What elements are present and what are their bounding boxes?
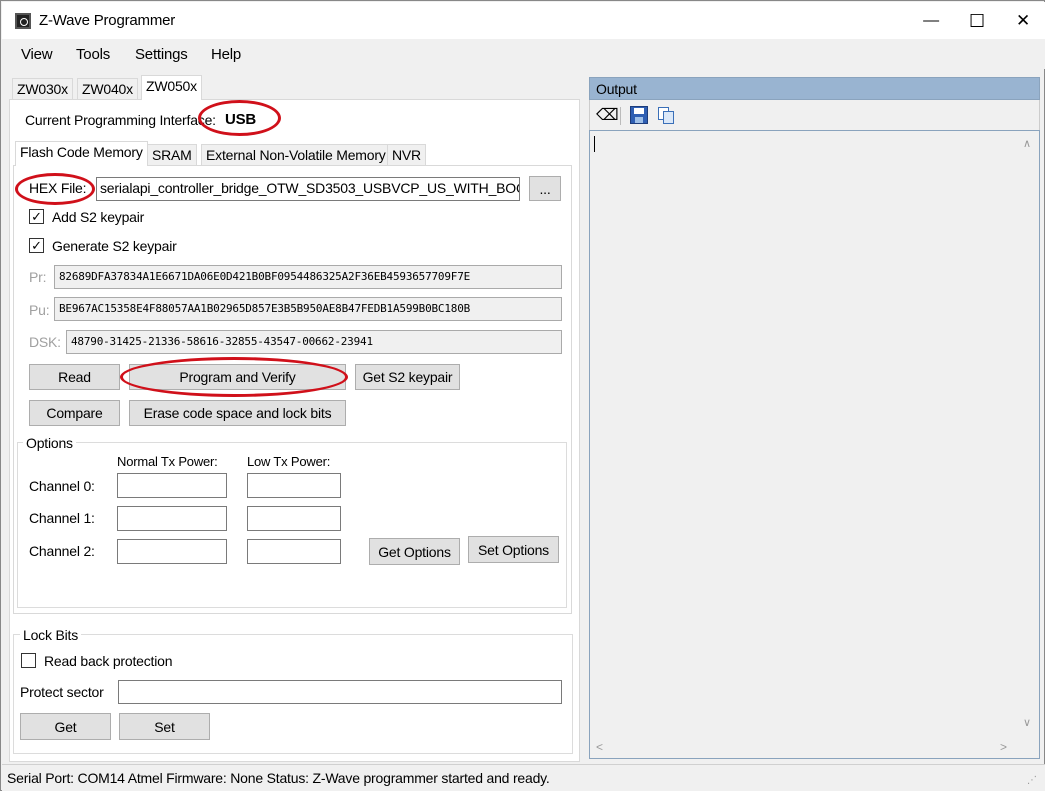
normal-tx-label: Normal Tx Power: [117, 454, 218, 469]
toolbar-separator [620, 107, 621, 125]
app-icon [15, 13, 31, 29]
options-title: Options [23, 435, 76, 451]
scroll-down-icon[interactable]: ∨ [1023, 716, 1031, 729]
window-title: Z-Wave Programmer [39, 12, 176, 29]
output-textarea[interactable]: ∧ ∨ < > [589, 130, 1040, 759]
horizontal-scrollbar[interactable]: < > [590, 739, 1018, 758]
read-back-protection-label: Read back protection [44, 653, 173, 669]
close-button[interactable]: ✕ [1000, 3, 1045, 39]
channel-2-normal-input[interactable] [117, 539, 227, 564]
lockbits-title: Lock Bits [20, 627, 81, 643]
pr-label: Pr: [29, 269, 47, 285]
erase-button[interactable]: Erase code space and lock bits [129, 400, 346, 426]
channel-0-normal-input[interactable] [117, 473, 227, 498]
channel-1-low-input[interactable] [247, 506, 341, 531]
generate-s2-checkbox[interactable]: ✓ [29, 238, 44, 253]
generate-s2-label: Generate S2 keypair [52, 238, 177, 254]
pr-field: 82689DFA37834A1E6671DA06E0D421B0BF095448… [54, 265, 562, 289]
channel-0-low-input[interactable] [247, 473, 341, 498]
dsk-label: DSK: [29, 334, 61, 350]
protect-sector-input[interactable] [118, 680, 562, 704]
hex-highlight-oval [15, 173, 95, 205]
lock-set-button[interactable]: Set [119, 713, 210, 740]
channel-1-label: Channel 1: [29, 510, 95, 526]
scroll-up-icon[interactable]: ∧ [1023, 137, 1031, 150]
output-title: Output [596, 81, 637, 97]
add-s2-label: Add S2 keypair [52, 209, 145, 225]
menu-settings[interactable]: Settings [135, 46, 188, 63]
usb-highlight-oval [198, 100, 281, 136]
app-window: Z-Wave Programmer — ☐ ✕ View Tools Setti… [0, 0, 1045, 791]
tab-nvr[interactable]: NVR [387, 144, 426, 166]
pu-label: Pu: [29, 302, 50, 318]
menu-bar: View Tools Settings Help [2, 39, 1045, 69]
eraser-icon[interactable]: ⌫ [596, 105, 619, 125]
channel-2-label: Channel 2: [29, 543, 95, 559]
tab-external-nvm[interactable]: External Non-Volatile Memory [201, 144, 391, 166]
save-icon[interactable] [630, 106, 648, 124]
maximize-button[interactable]: ☐ [954, 3, 1000, 39]
dsk-field: 48790-31425-21336-58616-32855-43547-0066… [66, 330, 562, 354]
vertical-scrollbar[interactable]: ∧ ∨ [1018, 131, 1039, 741]
tab-zw040x[interactable]: ZW040x [77, 78, 138, 100]
program-highlight-oval [120, 357, 348, 397]
get-s2-keypair-button[interactable]: Get S2 keypair [355, 364, 460, 390]
tab-zw050x[interactable]: ZW050x [141, 75, 202, 100]
text-cursor [594, 136, 595, 152]
set-options-button[interactable]: Set Options [468, 536, 559, 563]
hex-file-input[interactable]: serialapi_controller_bridge_OTW_SD3503_U… [96, 177, 520, 201]
read-button[interactable]: Read [29, 364, 120, 390]
status-text: Serial Port: COM14 Atmel Firmware: None … [7, 770, 550, 786]
add-s2-checkbox[interactable]: ✓ [29, 209, 44, 224]
menu-tools[interactable]: Tools [76, 46, 110, 63]
interface-label: Current Programming Interface: [25, 112, 216, 128]
tab-flash-code-memory[interactable]: Flash Code Memory [15, 141, 148, 166]
title-bar: Z-Wave Programmer — ☐ ✕ [2, 2, 1045, 39]
copy-icon[interactable] [658, 107, 674, 124]
resize-grip-icon[interactable]: ⋰ [1027, 775, 1037, 786]
menu-help[interactable]: Help [211, 46, 241, 63]
compare-button[interactable]: Compare [29, 400, 120, 426]
low-tx-label: Low Tx Power: [247, 454, 331, 469]
browse-button[interactable]: ... [529, 176, 561, 201]
tab-zw030x[interactable]: ZW030x [12, 78, 73, 100]
get-options-button[interactable]: Get Options [369, 538, 460, 565]
scroll-left-icon[interactable]: < [596, 740, 603, 754]
channel-0-label: Channel 0: [29, 478, 95, 494]
protect-sector-label: Protect sector [20, 684, 104, 700]
read-back-protection-checkbox[interactable] [21, 653, 36, 668]
pu-field: BE967AC15358E4F88057AA1B02965D857E3B5B95… [54, 297, 562, 321]
output-header: Output [589, 77, 1040, 100]
minimize-button[interactable]: — [908, 3, 954, 39]
channel-1-normal-input[interactable] [117, 506, 227, 531]
tab-sram[interactable]: SRAM [147, 144, 197, 166]
menu-view[interactable]: View [21, 46, 53, 63]
scroll-right-icon[interactable]: > [1000, 740, 1007, 754]
status-bar: Serial Port: COM14 Atmel Firmware: None … [2, 764, 1045, 791]
output-toolbar: ⌫ [589, 100, 1040, 130]
channel-2-low-input[interactable] [247, 539, 341, 564]
lock-get-button[interactable]: Get [20, 713, 111, 740]
